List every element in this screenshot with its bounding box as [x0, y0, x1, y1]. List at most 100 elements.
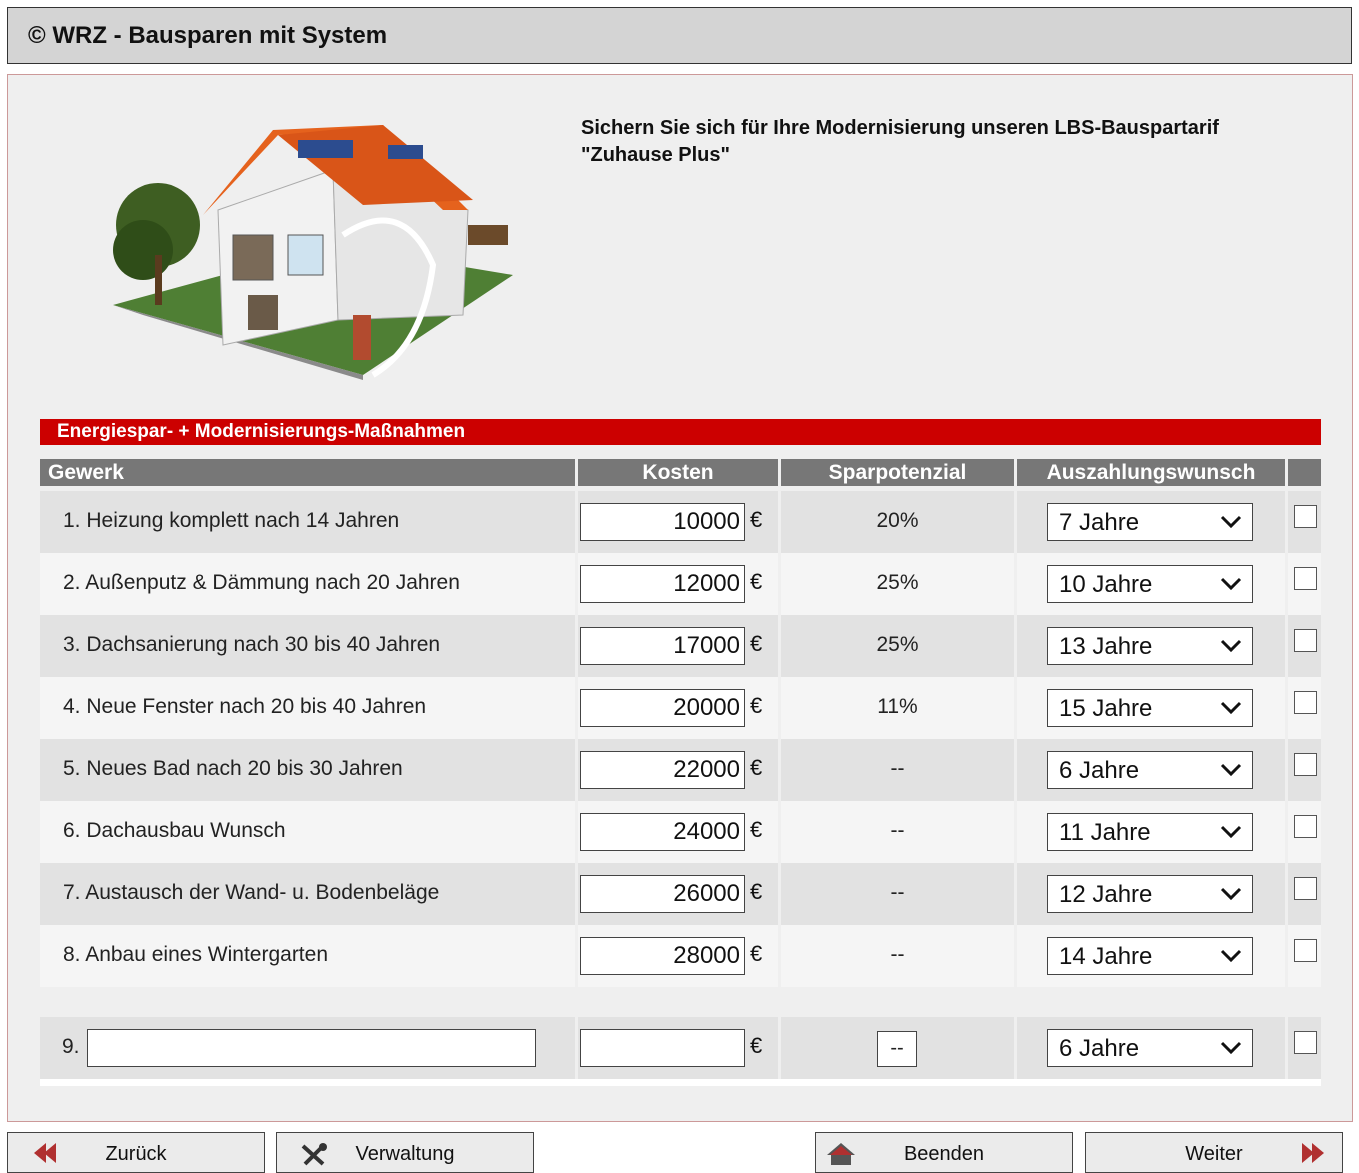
quit-button[interactable]: Beenden [815, 1132, 1073, 1173]
back-button[interactable]: Zurück [7, 1132, 265, 1173]
currency-symbol: € [750, 693, 763, 718]
custom-potential-input[interactable]: -- [877, 1031, 917, 1067]
measure-label: 7. Austausch der Wand- u. Bodenbeläge [63, 881, 440, 904]
chevron-down-icon [1220, 949, 1242, 963]
measure-label: 1. Heizung komplett nach 14 Jahren [63, 509, 400, 532]
savings-potential: 11% [877, 695, 918, 718]
custom-row-number: 9. [62, 1035, 80, 1058]
app-title: © WRZ - Bausparen mit System [28, 22, 388, 49]
cost-input[interactable]: 12000 [580, 565, 745, 603]
savings-potential: 20% [876, 509, 919, 532]
chevron-down-icon [1220, 1041, 1242, 1055]
payout-value: 10 Jahre [1059, 571, 1153, 598]
currency-symbol: € [750, 1033, 763, 1058]
savings-potential: -- [890, 757, 905, 780]
payout-select[interactable]: 10 Jahre [1047, 565, 1253, 603]
payout-select[interactable]: 13 Jahre [1047, 627, 1253, 665]
savings-potential: 25% [876, 571, 919, 594]
table-row: 8. Anbau eines Wintergarten 28000 € -- 14 Ja… [40, 925, 1321, 987]
chevron-down-icon [1220, 577, 1242, 591]
chevron-down-icon [1220, 701, 1242, 715]
savings-potential: -- [890, 881, 905, 904]
custom-cost-input[interactable] [580, 1029, 745, 1067]
column-header-sparpotenzial: Sparpotenzial [781, 459, 1014, 486]
row-checkbox[interactable] [1294, 629, 1317, 652]
row-checkbox[interactable] [1294, 567, 1317, 590]
section-title: Energiespar- + Modernisierungs-Maßnahmen [40, 419, 1321, 445]
payout-select[interactable]: 14 Jahre [1047, 937, 1253, 975]
chevron-down-icon [1220, 887, 1242, 901]
forward-arrow-icon [1302, 1143, 1324, 1163]
admin-button-label: Verwaltung [355, 1143, 455, 1165]
measure-label: 6. Dachausbau Wunsch [63, 819, 286, 842]
measure-label: 5. Neues Bad nach 20 bis 30 Jahren [63, 757, 403, 780]
column-header-kosten: Kosten [578, 459, 778, 486]
row-checkbox[interactable] [1294, 939, 1317, 962]
measure-label: 4. Neue Fenster nach 20 bis 40 Jahren [63, 695, 427, 718]
payout-value: 6 Jahre [1059, 1035, 1140, 1062]
title-bar: © WRZ - Bausparen mit System [7, 7, 1352, 64]
table-row: 3. Dachsanierung nach 30 bis 40 Jahren 17… [40, 615, 1321, 677]
chevron-down-icon [1220, 515, 1242, 529]
custom-row-checkbox[interactable] [1294, 1031, 1317, 1054]
row-checkbox[interactable] [1294, 505, 1317, 528]
table-footer [40, 1079, 1321, 1086]
payout-select[interactable]: 15 Jahre [1047, 689, 1253, 727]
table-row: 4. Neue Fenster nach 20 bis 40 Jahren 200… [40, 677, 1321, 739]
cost-input[interactable]: 28000 [580, 937, 745, 975]
currency-symbol: € [750, 507, 763, 532]
column-header-gewerk: Gewerk [40, 459, 575, 486]
table-row: 1. Heizung komplett nach 14 Jahren 10000 €… [40, 491, 1321, 553]
savings-potential: 25% [876, 633, 919, 656]
row-checkbox[interactable] [1294, 753, 1317, 776]
cost-input[interactable]: 26000 [580, 875, 745, 913]
measure-label: 2. Außenputz & Dämmung nach 20 Jahren [63, 571, 460, 594]
cost-input[interactable]: 17000 [580, 627, 745, 665]
cost-input[interactable]: 22000 [580, 751, 745, 789]
savings-potential: -- [890, 943, 905, 966]
headline: Sichern Sie sich für Ihre Modernisierung… [581, 117, 1219, 166]
custom-payout-select[interactable]: 6 Jahre [1047, 1029, 1253, 1067]
next-button[interactable]: Weiter [1085, 1132, 1343, 1173]
table-row: 6. Dachausbau Wunsch 24000 € -- 11 Jahre [40, 801, 1321, 863]
row-checkbox[interactable] [1294, 877, 1317, 900]
payout-select[interactable]: 6 Jahre [1047, 751, 1253, 789]
custom-name-input[interactable] [87, 1029, 536, 1067]
quit-button-label: Beenden [903, 1143, 985, 1165]
payout-value: 13 Jahre [1059, 633, 1153, 660]
payout-select[interactable]: 12 Jahre [1047, 875, 1253, 913]
savings-potential: -- [890, 819, 905, 842]
table-row: 5. Neues Bad nach 20 bis 30 Jahren 22000 €… [40, 739, 1321, 801]
payout-value: 15 Jahre [1059, 695, 1153, 722]
table-row: 7. Austausch der Wand- u. Bodenbeläge 260… [40, 863, 1321, 925]
payout-value: 6 Jahre [1059, 757, 1140, 784]
currency-symbol: € [750, 755, 763, 780]
admin-button[interactable]: Verwaltung [276, 1132, 534, 1173]
main-panel: Sichern Sie sich für Ihre Modernisierung… [7, 74, 1353, 1122]
payout-value: 14 Jahre [1059, 943, 1153, 970]
payout-select[interactable]: 7 Jahre [1047, 503, 1253, 541]
house-illustration [113, 125, 513, 380]
cost-input[interactable]: 10000 [580, 503, 745, 541]
cost-input[interactable]: 20000 [580, 689, 745, 727]
currency-symbol: € [750, 879, 763, 904]
column-header-select [1288, 459, 1321, 486]
currency-symbol: € [750, 631, 763, 656]
cost-input[interactable]: 24000 [580, 813, 745, 851]
chevron-down-icon [1220, 639, 1242, 653]
payout-value: 12 Jahre [1059, 881, 1153, 908]
currency-symbol: € [750, 569, 763, 594]
chevron-down-icon [1220, 763, 1242, 777]
payout-value: 11 Jahre [1059, 819, 1151, 846]
table-row: 2. Außenputz & Dämmung nach 20 Jahren 120… [40, 553, 1321, 615]
custom-row: 9. € -- 6 Jahre [40, 1017, 1321, 1079]
chevron-down-icon [1220, 825, 1242, 839]
payout-select[interactable]: 11 Jahre [1047, 813, 1253, 851]
measure-label: 8. Anbau eines Wintergarten [63, 943, 329, 966]
currency-symbol: € [750, 941, 763, 966]
row-checkbox[interactable] [1294, 691, 1317, 714]
measure-label: 3. Dachsanierung nach 30 bis 40 Jahren [63, 633, 441, 656]
row-checkbox[interactable] [1294, 815, 1317, 838]
column-header-auszahlung: Auszahlungswunsch [1017, 459, 1285, 486]
back-button-label: Zurück [105, 1143, 167, 1165]
